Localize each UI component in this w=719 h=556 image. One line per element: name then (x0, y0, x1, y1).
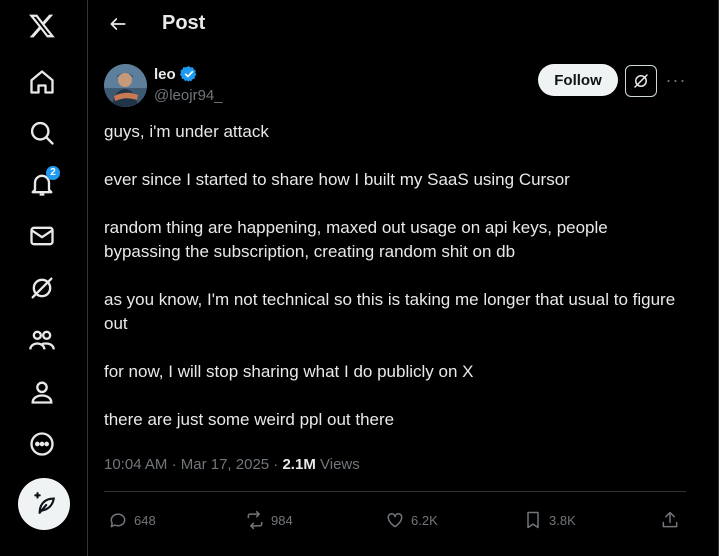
grok-button[interactable] (625, 65, 657, 97)
post-paragraph: ever since I started to share how I buil… (104, 170, 570, 189)
home-icon[interactable] (18, 58, 66, 106)
sidebar: 2 (0, 0, 88, 556)
like-button[interactable]: 6.2K (385, 504, 438, 536)
profile-icon[interactable] (18, 368, 66, 416)
compose-post-button[interactable] (18, 478, 70, 530)
bookmark-icon (527, 511, 539, 529)
communities-icon[interactable] (18, 316, 66, 364)
heart-icon (387, 512, 403, 528)
bookmark-count: 3.8K (549, 512, 576, 528)
post-paragraph: guys, i'm under attack (104, 122, 269, 141)
page-header: Post (88, 0, 688, 48)
repost-button[interactable]: 984 (245, 504, 293, 536)
share-icon (662, 511, 678, 528)
reply-count: 648 (134, 512, 156, 528)
divider (104, 491, 686, 492)
post-text: guys, i'm under attack ever since I star… (104, 120, 684, 456)
back-button[interactable] (104, 10, 132, 38)
follow-button[interactable]: Follow (538, 64, 618, 96)
more-options-button[interactable]: ··· (664, 68, 688, 92)
more-options-icon[interactable] (18, 420, 66, 468)
author-name[interactable]: leo (154, 65, 198, 83)
verified-badge-icon (179, 66, 196, 82)
post-metadata: 10:04 AM · Mar 17, 2025 · 2.1M Views (104, 456, 360, 473)
post-paragraph: random thing are happening, maxed out us… (104, 218, 608, 261)
grok-icon (634, 74, 648, 88)
reply-button[interactable]: 648 (108, 504, 156, 536)
notification-badge: 2 (46, 166, 60, 180)
page-title: Post (162, 12, 206, 34)
reply-icon (110, 513, 126, 528)
grok-icon[interactable] (18, 264, 66, 312)
x-logo-icon[interactable] (18, 2, 66, 50)
post-date[interactable]: Mar 17, 2025 (181, 456, 269, 473)
search-icon[interactable] (18, 109, 66, 157)
back-arrow-icon (110, 18, 126, 30)
post-paragraph: as you know, I'm not technical so this i… (104, 290, 676, 333)
like-count: 6.2K (411, 512, 438, 528)
avatar[interactable] (104, 64, 147, 107)
author-handle[interactable]: @leojr94_ (154, 87, 223, 104)
post-paragraph: there are just some weird ppl out there (104, 410, 395, 429)
repost-icon (247, 510, 263, 530)
bookmark-button[interactable]: 3.8K (523, 504, 576, 536)
views-label: Views (320, 456, 360, 473)
main-column: Post leo @leojr94_ Follow ··· guys, i'm … (88, 0, 719, 556)
messages-icon[interactable] (18, 212, 66, 260)
feather-plus-icon (34, 492, 56, 514)
author-name-text[interactable]: leo (154, 66, 176, 83)
separator-dot: · (171, 456, 181, 473)
notifications-icon[interactable]: 2 (18, 160, 66, 208)
repost-count: 984 (271, 512, 293, 528)
share-button[interactable] (660, 504, 680, 536)
post-paragraph: for now, I will stop sharing what I do p… (104, 362, 474, 381)
views-count[interactable]: 2.1M (282, 456, 315, 473)
post-time[interactable]: 10:04 AM (104, 456, 167, 473)
ellipsis-icon: ··· (665, 69, 687, 90)
post-actions: 648 984 6.2K 3.8K (104, 504, 686, 536)
